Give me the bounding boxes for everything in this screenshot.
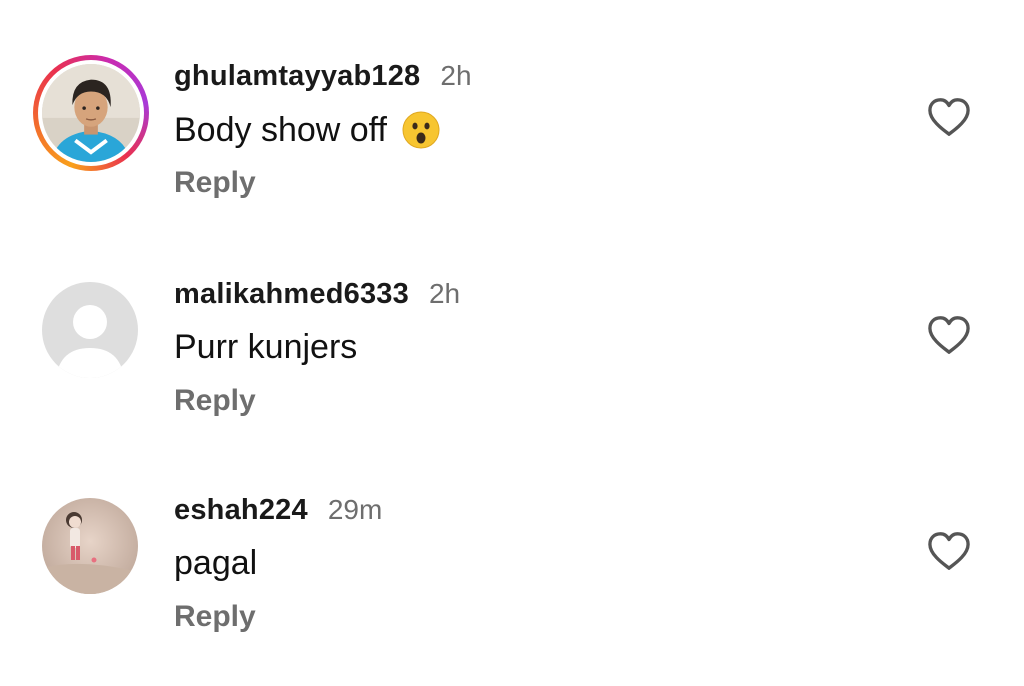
comment-body: Body show off [174, 110, 387, 149]
comment-item: malikahmed6333 2h Purr kunjers Reply [0, 270, 1024, 470]
heart-outline-icon[interactable] [926, 96, 972, 138]
comment-meta: eshah224 29m [174, 494, 382, 534]
username[interactable]: ghulamtayyab128 [174, 60, 420, 93]
default-avatar-icon [42, 282, 138, 378]
comment-item: eshah224 29m pagal Reply [0, 486, 1024, 686]
comment-body: Purr kunjers [174, 328, 358, 366]
timestamp: 2h [440, 60, 472, 91]
timestamp: 29m [327, 494, 383, 525]
username[interactable]: eshah224 [174, 494, 308, 527]
heart-outline-icon[interactable] [926, 530, 972, 572]
username[interactable]: malikahmed6333 [174, 278, 409, 311]
avatar-image [42, 498, 138, 594]
reply-button[interactable]: Reply [174, 600, 256, 634]
comment-text: Purr kunjers [174, 328, 357, 367]
heart-outline-icon[interactable] [926, 314, 972, 356]
astonished-face-emoji-icon [402, 111, 440, 149]
comment-item: ghulamtayyab128 2h Body show off Reply [0, 52, 1024, 252]
reply-button[interactable]: Reply [174, 166, 256, 200]
story-ring [33, 55, 149, 171]
comment-meta: malikahmed6333 2h [174, 278, 460, 318]
avatar[interactable] [42, 498, 138, 594]
reply-button[interactable]: Reply [174, 384, 256, 418]
comment-body: pagal [174, 544, 258, 582]
comment-text: pagal [174, 544, 257, 583]
avatar-image [42, 64, 140, 162]
comment-meta: ghulamtayyab128 2h [174, 60, 472, 100]
avatar[interactable] [42, 282, 138, 378]
timestamp: 2h [428, 278, 461, 309]
comment-text: Body show off [174, 110, 441, 150]
avatar[interactable] [33, 55, 149, 171]
